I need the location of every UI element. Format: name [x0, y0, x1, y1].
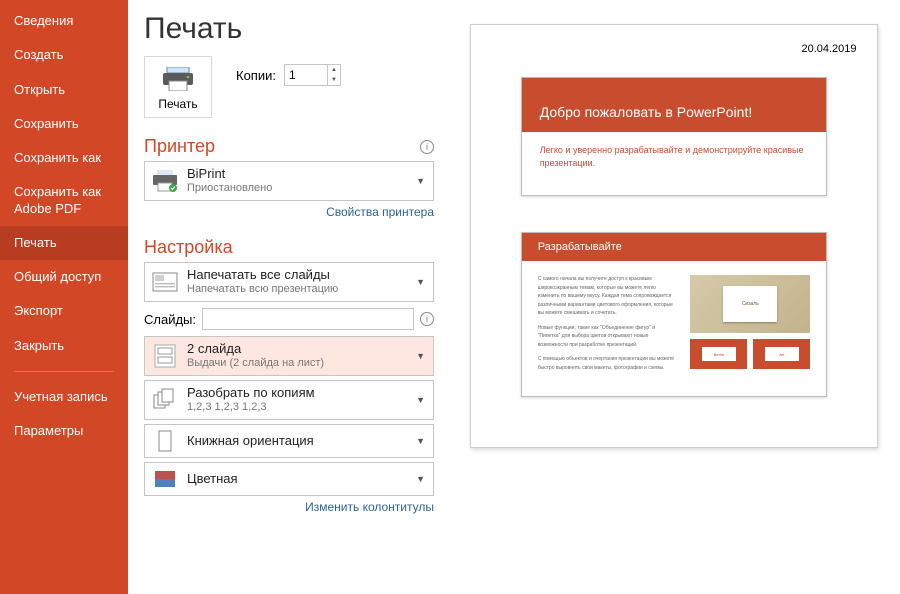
copies-input[interactable]: [285, 65, 327, 85]
chevron-down-icon: ▼: [416, 395, 427, 405]
print-scope-subtitle: Напечатать всю презентацию: [187, 283, 408, 297]
preview-slide-2: Разрабатывайте С самого начала вы получи…: [521, 232, 828, 397]
printer-name: BiPrint: [187, 166, 408, 182]
chevron-down-icon: ▼: [416, 351, 427, 361]
slides-range-input[interactable]: [202, 308, 414, 330]
slides-range-label: Слайды:: [144, 312, 196, 327]
printer-icon: [161, 67, 195, 91]
printer-status: Приостановлено: [187, 182, 408, 196]
slide1-title: Добро пожаловать в PowerPoint!: [540, 104, 809, 120]
sidebar-item-info[interactable]: Сведения: [0, 4, 128, 38]
preview-page: 20.04.2019 Добро пожаловать в PowerPoint…: [470, 24, 877, 448]
slide2-thumbnails: Сизаль Berlin Art: [690, 275, 810, 378]
collate-dropdown[interactable]: Разобрать по копиям 1,2,3 1,2,3 1,2,3 ▼: [144, 380, 434, 420]
settings-section-header: Настройка: [144, 237, 434, 258]
copies-spin-up[interactable]: ▲: [328, 65, 340, 75]
main-area: Печать Печать Копии: ▲ ▼ Прин: [128, 0, 900, 594]
printer-dropdown[interactable]: BiPrint Приостановлено ▼: [144, 161, 434, 201]
color-title: Цветная: [187, 471, 408, 487]
theme-thumbnail-small: Berlin: [690, 339, 747, 369]
sidebar-item-options[interactable]: Параметры: [0, 414, 128, 448]
sidebar-item-saveas-pdf[interactable]: Сохранить как Adobe PDF: [0, 175, 128, 226]
collate-icon: [151, 388, 179, 412]
print-layout-subtitle: Выдачи (2 слайда на лист): [187, 357, 408, 371]
chevron-down-icon: ▼: [416, 436, 427, 446]
print-settings-column: Печать Печать Копии: ▲ ▼ Прин: [128, 0, 448, 594]
chevron-down-icon: ▼: [416, 277, 427, 287]
sidebar-separator: [14, 371, 114, 372]
slide2-title: Разрабатывайте: [522, 233, 827, 261]
print-button-label: Печать: [145, 97, 211, 111]
printer-properties-link[interactable]: Свойства принтера: [144, 205, 434, 219]
theme-thumbnail-small: Art: [753, 339, 810, 369]
info-icon[interactable]: i: [420, 312, 434, 326]
sidebar-item-export[interactable]: Экспорт: [0, 294, 128, 328]
slides-all-icon: [151, 270, 179, 294]
orientation-title: Книжная ориентация: [187, 433, 408, 449]
collate-title: Разобрать по копиям: [187, 385, 408, 401]
printer-section-title: Принтер: [144, 136, 215, 157]
sidebar-item-print[interactable]: Печать: [0, 226, 128, 260]
copies-label: Копии:: [236, 68, 276, 83]
backstage-sidebar: Сведения Создать Открыть Сохранить Сохра…: [0, 0, 128, 594]
handout-2-icon: [151, 344, 179, 368]
orientation-dropdown[interactable]: Книжная ориентация ▼: [144, 424, 434, 458]
sidebar-item-open[interactable]: Открыть: [0, 73, 128, 107]
sidebar-item-saveas[interactable]: Сохранить как: [0, 141, 128, 175]
chevron-down-icon: ▼: [416, 176, 427, 186]
print-scope-dropdown[interactable]: Напечатать все слайды Напечатать всю пре…: [144, 262, 434, 302]
print-button[interactable]: Печать: [144, 56, 212, 118]
sidebar-item-share[interactable]: Общий доступ: [0, 260, 128, 294]
edit-headers-link[interactable]: Изменить колонтитулы: [144, 500, 434, 514]
page-title: Печать: [144, 12, 434, 46]
sidebar-item-new[interactable]: Создать: [0, 38, 128, 72]
print-layout-dropdown[interactable]: 2 слайда Выдачи (2 слайда на лист) ▼: [144, 336, 434, 376]
print-preview-pane: 20.04.2019 Добро пожаловать в PowerPoint…: [448, 0, 900, 594]
slide1-subtitle: Легко и уверенно разрабатывайте и демонс…: [522, 132, 827, 195]
copies-control: Копии: ▲ ▼: [236, 64, 341, 86]
info-icon[interactable]: i: [420, 140, 434, 154]
printer-section-header: Принтер i: [144, 136, 434, 157]
portrait-icon: [151, 429, 179, 453]
printer-status-icon: [151, 169, 179, 193]
preview-date: 20.04.2019: [491, 43, 856, 55]
print-scope-title: Напечатать все слайды: [187, 267, 408, 283]
sidebar-item-close[interactable]: Закрыть: [0, 329, 128, 363]
sidebar-item-save[interactable]: Сохранить: [0, 107, 128, 141]
slide2-body-text: С самого начала вы получите доступ к кра…: [538, 275, 677, 378]
sidebar-item-account[interactable]: Учетная запись: [0, 380, 128, 414]
collate-subtitle: 1,2,3 1,2,3 1,2,3: [187, 401, 408, 415]
print-layout-title: 2 слайда: [187, 341, 408, 357]
settings-section-title: Настройка: [144, 237, 233, 258]
preview-slide-1: Добро пожаловать в PowerPoint! Легко и у…: [521, 77, 828, 196]
theme-thumbnail-large: Сизаль: [690, 275, 810, 333]
color-swatch-icon: [151, 467, 179, 491]
copies-spin-down[interactable]: ▼: [328, 75, 340, 85]
color-dropdown[interactable]: Цветная ▼: [144, 462, 434, 496]
chevron-down-icon: ▼: [416, 474, 427, 484]
